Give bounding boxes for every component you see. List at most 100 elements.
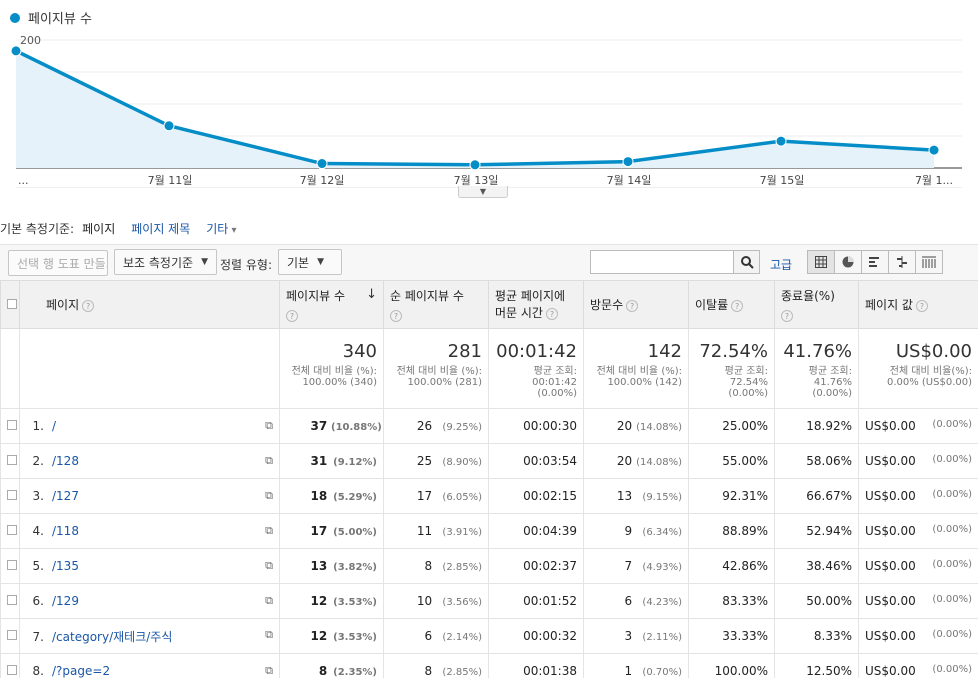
help-icon[interactable]: ? <box>915 299 928 312</box>
header-exit[interactable]: 종료율(%)? <box>774 280 859 329</box>
summary-entrances: 142 전체 대비 비율 (%): 100.00% (142) <box>583 328 689 409</box>
header-page[interactable]: 페이지? <box>19 280 280 329</box>
entrances-value: 13 <box>616 489 633 503</box>
secondary-dimension-button[interactable]: 보조 측정기준 ▼ <box>114 249 217 275</box>
pageviews-pct: (3.82%) <box>333 562 377 573</box>
page-link[interactable]: /?page=2 <box>52 664 110 678</box>
page-link[interactable]: /category/재테크/주식 <box>52 630 172 644</box>
pageviews-value: 31 <box>310 454 328 468</box>
pageviews-pct: (5.00%) <box>333 527 377 538</box>
row-checkbox[interactable] <box>7 665 17 675</box>
chart-collapse-handle[interactable]: ▼ <box>458 186 508 198</box>
help-icon[interactable]: ? <box>626 299 639 312</box>
row-checkbox[interactable] <box>7 420 17 430</box>
advanced-filter-link[interactable]: 고급 <box>770 256 792 273</box>
help-icon[interactable]: ? <box>286 310 298 322</box>
header-unique-pageviews[interactable]: 순 페이지뷰 수? <box>383 280 489 329</box>
data-point[interactable] <box>10 45 22 57</box>
primary-dimension-bar: 기본 측정기준: 페이지 페이지 제목 기타 <box>0 220 253 237</box>
external-link-icon[interactable]: ⧉ <box>265 664 273 678</box>
data-point[interactable] <box>316 158 328 170</box>
help-icon[interactable]: ? <box>781 310 793 322</box>
data-point[interactable] <box>775 135 787 147</box>
page-link[interactable]: /135 <box>52 559 79 573</box>
entrances-pct: (2.11%) <box>642 632 682 643</box>
external-link-icon[interactable]: ⧉ <box>265 524 273 538</box>
dimension-page-title[interactable]: 페이지 제목 <box>131 220 190 237</box>
header-avg-time[interactable]: 평균 페이지에 머문 시간? <box>488 280 584 329</box>
row-checkbox[interactable] <box>7 525 17 535</box>
summary-page-value: US$0.00 전체 대비 비율(%): 0.00% (US$0.00) <box>858 328 978 409</box>
pivot-view-button[interactable] <box>915 250 943 274</box>
table-row: 8./?page=2 ⧉ 8 (2.35%) 8 (2.85%) 00:01:38 1 (… <box>0 653 978 678</box>
data-point[interactable] <box>469 159 481 171</box>
dimension-page[interactable]: 페이지 <box>82 220 115 237</box>
exit-cell: 66.67% <box>774 478 859 514</box>
external-link-icon[interactable]: ⧉ <box>265 628 273 642</box>
row-checkbox[interactable] <box>7 595 17 605</box>
page-link[interactable]: / <box>52 419 56 433</box>
select-all-checkbox[interactable] <box>7 298 17 309</box>
data-point[interactable] <box>163 120 175 132</box>
page-value-value: US$0.00 <box>865 419 916 433</box>
row-checkbox[interactable] <box>7 560 17 570</box>
external-link-icon[interactable]: ⧉ <box>265 489 273 503</box>
pageviews-cell: 13 (3.82%) <box>279 548 384 584</box>
page-value-value: US$0.00 <box>865 559 916 573</box>
page-link[interactable]: /118 <box>52 524 79 538</box>
row-checkbox-cell <box>0 443 20 479</box>
table-search-input[interactable] <box>590 250 734 274</box>
pie-icon <box>842 256 854 268</box>
plot-rows-button[interactable]: 선택 행 도표 만들기 <box>8 250 108 276</box>
page-value-pct: (0.00%) <box>932 559 972 570</box>
help-icon[interactable]: ? <box>82 299 95 312</box>
unique-cell: 11 (3.91%) <box>383 513 489 549</box>
external-link-icon[interactable]: ⧉ <box>265 594 273 608</box>
external-link-icon[interactable]: ⧉ <box>265 419 273 433</box>
pageviews-cell: 31 (9.12%) <box>279 443 384 479</box>
entrances-cell: 7 (4.93%) <box>583 548 689 584</box>
entrances-value: 9 <box>624 524 633 538</box>
help-icon[interactable]: ? <box>390 310 402 322</box>
page-link[interactable]: /129 <box>52 594 79 608</box>
pageviews-chart: 200100...7월 11일7월 12일7월 13일7월 14일7월 15일7… <box>10 34 962 188</box>
page-value-value: US$0.00 <box>865 524 916 538</box>
page-link[interactable]: /127 <box>52 489 79 503</box>
pie-view-button[interactable] <box>834 250 862 274</box>
table-view-button[interactable] <box>807 250 835 274</box>
help-icon[interactable]: ? <box>545 307 558 320</box>
row-index: 4. <box>32 524 44 538</box>
row-checkbox[interactable] <box>7 630 17 640</box>
pageviews-value: 12 <box>310 629 328 643</box>
external-link-icon[interactable]: ⧉ <box>265 559 273 573</box>
row-checkbox[interactable] <box>7 455 17 465</box>
external-link-icon[interactable]: ⧉ <box>265 454 273 468</box>
summary-exit-sub: 평균 조회: 41.76% (0.00%) <box>808 366 852 399</box>
data-point[interactable] <box>928 144 940 156</box>
entrances-value: 20 <box>616 419 633 433</box>
header-bounce[interactable]: 이탈률? <box>688 280 775 329</box>
page-value-pct: (0.00%) <box>932 454 972 465</box>
row-checkbox[interactable] <box>7 490 17 500</box>
header-page-value[interactable]: 페이지 값? <box>858 280 978 329</box>
header-entrances-label: 방문수 <box>590 298 624 312</box>
row-checkbox-cell <box>0 548 20 584</box>
page-link[interactable]: /128 <box>52 454 79 468</box>
page-value-pct: (0.00%) <box>932 629 972 640</box>
search-button[interactable] <box>734 250 760 274</box>
bounce-value: 83.33% <box>722 594 768 608</box>
entrances-cell: 13 (9.15%) <box>583 478 689 514</box>
sort-type-select[interactable]: 기본 ▼ <box>278 249 342 275</box>
summary-unique-sub: 전체 대비 비율 (%): 100.00% (281) <box>396 366 482 388</box>
page-cell: 3. /127 ⧉ <box>19 478 280 514</box>
chart-legend[interactable]: 페이지뷰 수 <box>10 8 92 27</box>
row-index: 1. <box>32 419 44 433</box>
help-icon[interactable]: ? <box>731 299 744 312</box>
data-point[interactable] <box>622 156 634 168</box>
bar-view-button[interactable] <box>861 250 889 274</box>
header-pageviews[interactable]: 페이지뷰 수 ↓? <box>279 280 384 329</box>
header-entrances[interactable]: 방문수? <box>583 280 689 329</box>
comparison-view-button[interactable] <box>888 250 916 274</box>
dimension-other[interactable]: 기타 <box>206 220 236 237</box>
sort-desc-arrow-icon: ↓ <box>366 287 377 302</box>
